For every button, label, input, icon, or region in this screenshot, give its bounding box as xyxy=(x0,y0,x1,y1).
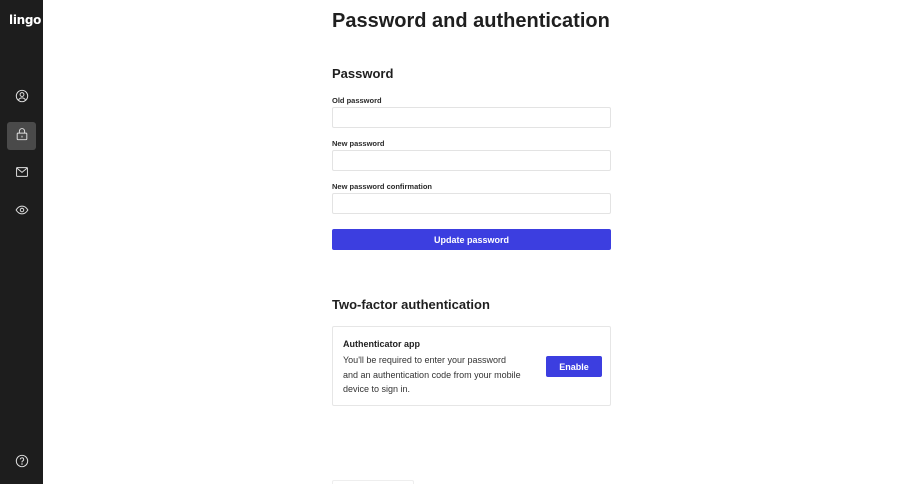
user-circle-icon xyxy=(15,89,29,108)
confirm-password-label: New password confirmation xyxy=(332,182,433,191)
authenticator-app-card: Authenticator app You'll be required to … xyxy=(332,326,611,406)
sidebar-item-privacy[interactable] xyxy=(7,198,36,226)
password-section-title: Password xyxy=(332,66,394,81)
help-circle-icon xyxy=(15,454,29,473)
lock-icon xyxy=(15,127,29,146)
sidebar-item-email[interactable] xyxy=(7,160,36,188)
app-logo[interactable]: lingo xyxy=(9,13,41,27)
old-password-label: Old password xyxy=(332,96,382,105)
two-factor-section-title: Two-factor authentication xyxy=(332,297,490,312)
new-password-input[interactable] xyxy=(332,150,611,171)
confirm-password-input[interactable] xyxy=(332,193,611,214)
authenticator-app-title: Authenticator app xyxy=(343,339,421,349)
page-title: Password and authentication xyxy=(332,10,610,32)
authenticator-app-description: You'll be required to enter your passwor… xyxy=(343,355,521,394)
sidebar-item-profile[interactable] xyxy=(7,84,36,112)
enable-two-factor-button[interactable]: Enable xyxy=(546,356,602,377)
update-password-button[interactable]: Update password xyxy=(332,229,611,250)
sidebar: lingo xyxy=(0,0,43,484)
old-password-input[interactable] xyxy=(332,107,611,128)
sidebar-item-help[interactable] xyxy=(7,449,36,477)
eye-icon xyxy=(15,203,29,222)
mail-icon xyxy=(15,165,29,184)
next-section-edge xyxy=(332,480,414,484)
sidebar-item-security[interactable] xyxy=(7,122,36,150)
new-password-label: New password xyxy=(332,139,385,148)
